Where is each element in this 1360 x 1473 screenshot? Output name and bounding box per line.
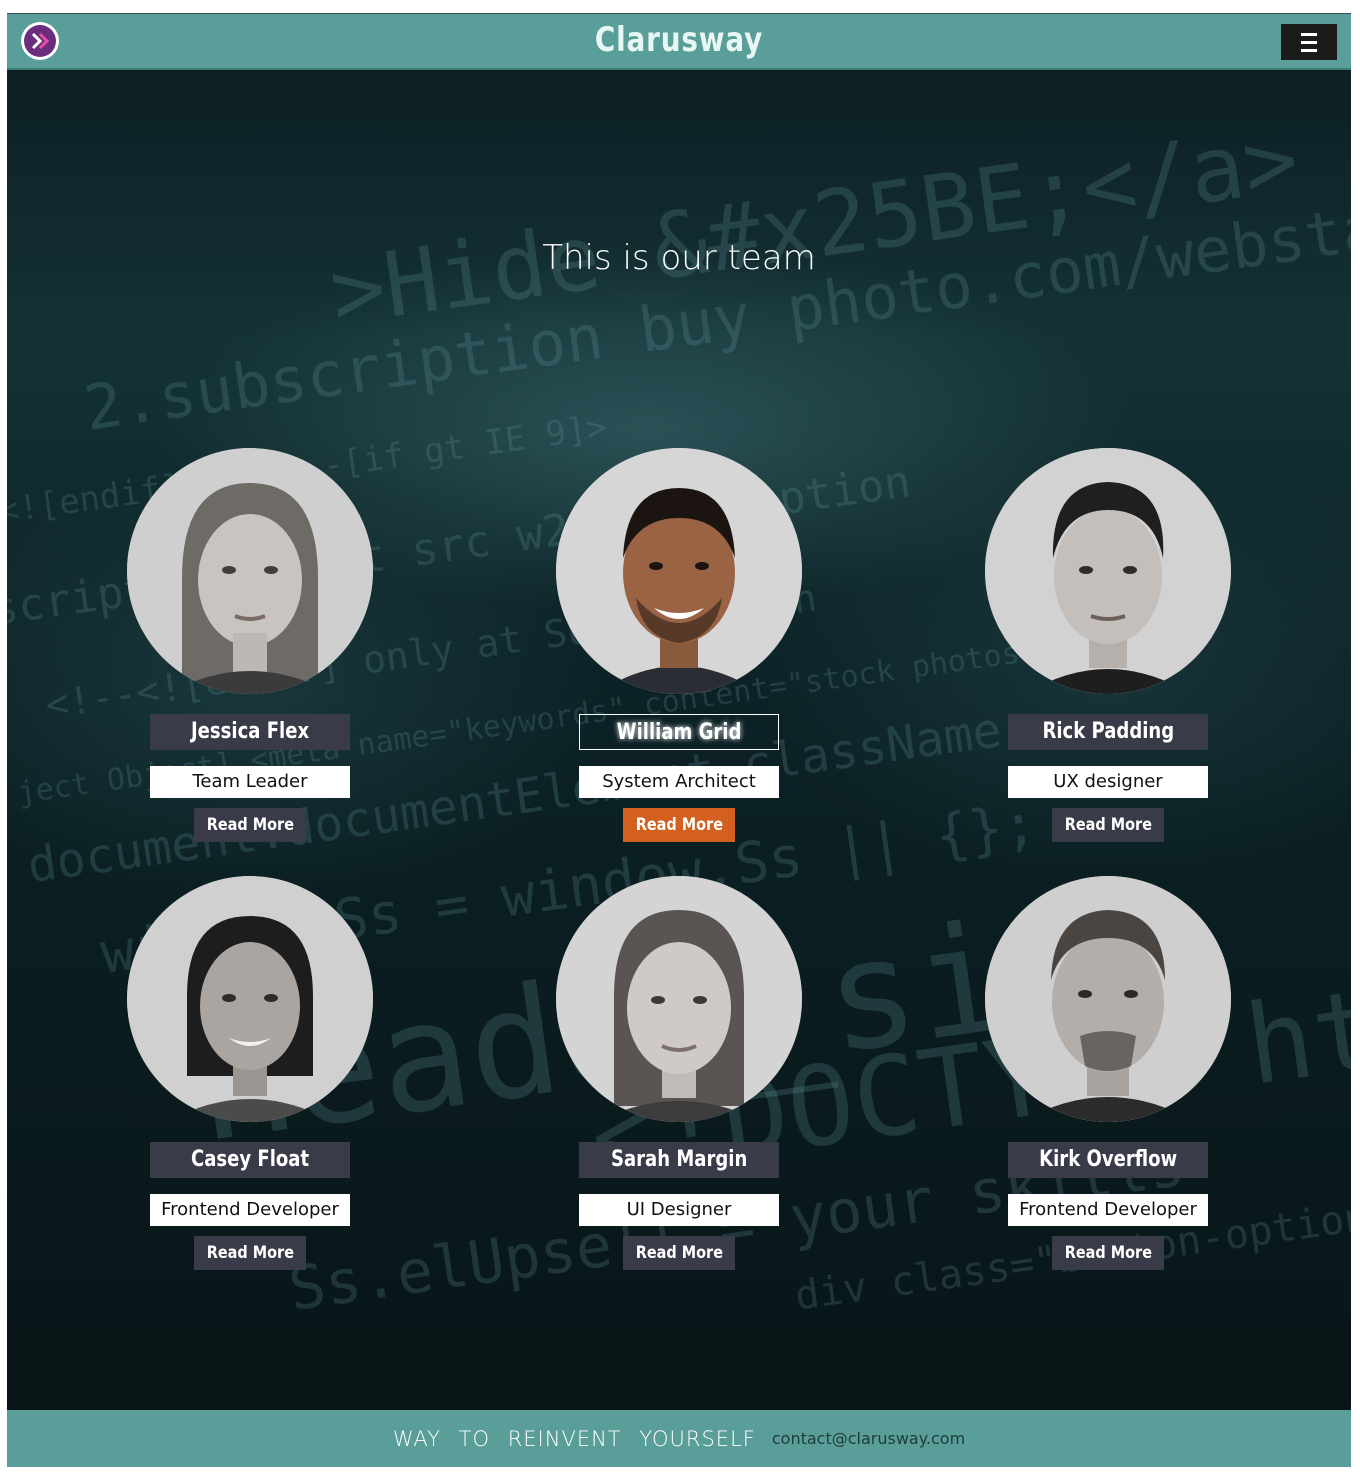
member-name: William Grid bbox=[579, 714, 779, 750]
member-name: Kirk Overflow bbox=[1008, 1142, 1208, 1178]
team-card: Kirk Overflow Frontend Developer Read Mo… bbox=[983, 876, 1233, 1276]
hamburger-icon bbox=[1301, 32, 1317, 36]
footer-slogan: WAY TO REINVENT YOURSELF bbox=[392, 1426, 756, 1451]
member-role: Frontend Developer bbox=[150, 1194, 350, 1226]
read-more-button[interactable]: Read More bbox=[194, 808, 306, 842]
footer: WAY TO REINVENT YOURSELF contact@clarusw… bbox=[7, 1410, 1351, 1467]
male-portrait-icon bbox=[556, 448, 802, 694]
hamburger-menu-button[interactable] bbox=[1281, 24, 1337, 60]
page-heading: This is our team bbox=[542, 238, 816, 278]
female-portrait-icon bbox=[127, 876, 373, 1122]
read-more-button[interactable]: Read More bbox=[623, 1236, 735, 1270]
member-name: Rick Padding bbox=[1008, 714, 1208, 750]
member-role: UX designer bbox=[1008, 766, 1208, 798]
team-card: William Grid System Architect Read More bbox=[554, 448, 804, 848]
top-navbar: Clarusway bbox=[7, 14, 1351, 70]
brand-title[interactable]: Clarusway bbox=[128, 20, 1230, 60]
male-portrait-icon bbox=[985, 876, 1231, 1122]
male-portrait-icon bbox=[985, 448, 1231, 694]
read-more-button[interactable]: Read More bbox=[1052, 1236, 1164, 1270]
female-portrait-icon bbox=[127, 448, 373, 694]
member-name: Casey Float bbox=[150, 1142, 350, 1178]
contact-email-link[interactable]: contact@clarusway.com bbox=[772, 1429, 965, 1448]
hero-section: >Hide &#x25BE;</a> 2.subscription buy ph… bbox=[7, 70, 1351, 1410]
hamburger-icon bbox=[1301, 40, 1317, 44]
member-name: Jessica Flex bbox=[150, 714, 350, 750]
chevron-double-right-icon bbox=[24, 25, 56, 57]
team-card: Jessica Flex Team Leader Read More bbox=[125, 448, 375, 848]
member-role: Frontend Developer bbox=[1008, 1194, 1208, 1226]
read-more-button[interactable]: Read More bbox=[1052, 808, 1164, 842]
svg-text:>Hide &#x25BE;</a>: >Hide &#x25BE;</a> bbox=[324, 107, 1304, 347]
team-card: Casey Float Frontend Developer Read More bbox=[125, 876, 375, 1276]
svg-text:2.subscription buy photo.com/w: 2.subscription buy photo.com/webstack bbox=[80, 180, 1351, 445]
team-card: Rick Padding UX designer Read More bbox=[983, 448, 1233, 848]
team-card: Sarah Margin UI Designer Read More bbox=[554, 876, 804, 1276]
female-portrait-icon bbox=[556, 876, 802, 1122]
brand-logo[interactable] bbox=[21, 22, 59, 60]
page: Clarusway >Hide &#x25BE;</a> 2.subscript… bbox=[7, 13, 1351, 1467]
read-more-button[interactable]: Read More bbox=[623, 808, 735, 842]
member-role: System Architect bbox=[579, 766, 779, 798]
member-name: Sarah Margin bbox=[579, 1142, 779, 1178]
member-role: UI Designer bbox=[579, 1194, 779, 1226]
hamburger-icon bbox=[1301, 48, 1317, 52]
member-role: Team Leader bbox=[150, 766, 350, 798]
read-more-button[interactable]: Read More bbox=[194, 1236, 306, 1270]
